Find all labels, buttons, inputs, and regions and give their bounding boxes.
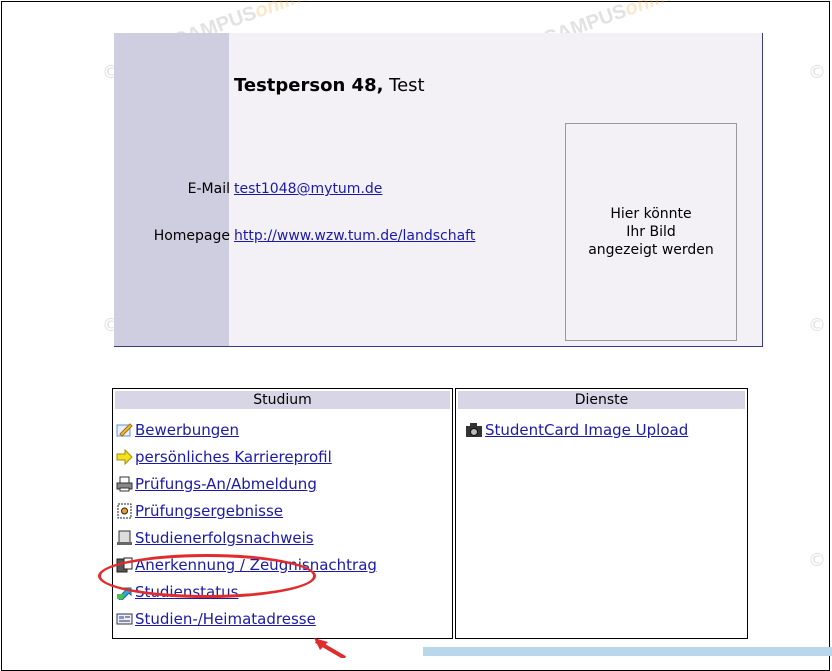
menu-item-heimatadresse[interactable]: Studien-/Heimatadresse (135, 610, 316, 628)
printer-icon (116, 476, 133, 492)
address-card-icon (116, 613, 133, 625)
pencil-icon (116, 423, 133, 437)
menu-item-pruefungsergebnisse[interactable]: Prüfungsergebnisse (135, 502, 283, 520)
menu-item-studienerfolgsnachweis[interactable]: Studienerfolgsnachweis (135, 529, 314, 547)
red-pointer-arrow-icon (314, 638, 347, 658)
email-label: E-Mail (187, 181, 230, 197)
menu-item-studentcard-upload[interactable]: StudentCard Image Upload (485, 421, 688, 439)
photo-placeholder: Hier könnte Ihr Bild angezeigt werden (565, 123, 737, 341)
photo-text-line: Hier könnte (610, 206, 692, 222)
profile-card: Testperson 48, Test E-Mail test1048@mytu… (114, 33, 763, 347)
bottom-bar (423, 647, 832, 656)
dienste-header: Dienste (458, 391, 745, 409)
homepage-link[interactable]: http://www.wzw.tum.de/landschaft (234, 228, 475, 244)
results-icon (117, 503, 132, 519)
photo-text-line: Ihr Bild (626, 224, 676, 240)
document-icon (117, 530, 132, 545)
photo-text-line: angezeigt werden (588, 242, 714, 258)
homepage-label: Homepage (153, 228, 230, 244)
studium-header: Studium (115, 391, 450, 409)
menu-item-pruefungsanmeldung[interactable]: Prüfungs-An/Abmeldung (135, 475, 317, 493)
email-link[interactable]: test1048@mytum.de (234, 181, 382, 197)
camera-icon (466, 423, 482, 437)
highlight-oval (98, 554, 316, 598)
menu-item-karriereprofil[interactable]: persönliches Karriereprofil (135, 448, 332, 466)
profile-name: Testperson 48, Test (234, 75, 425, 96)
menu-item-bewerbungen[interactable]: Bewerbungen (135, 421, 239, 439)
arrow-icon (116, 449, 133, 465)
